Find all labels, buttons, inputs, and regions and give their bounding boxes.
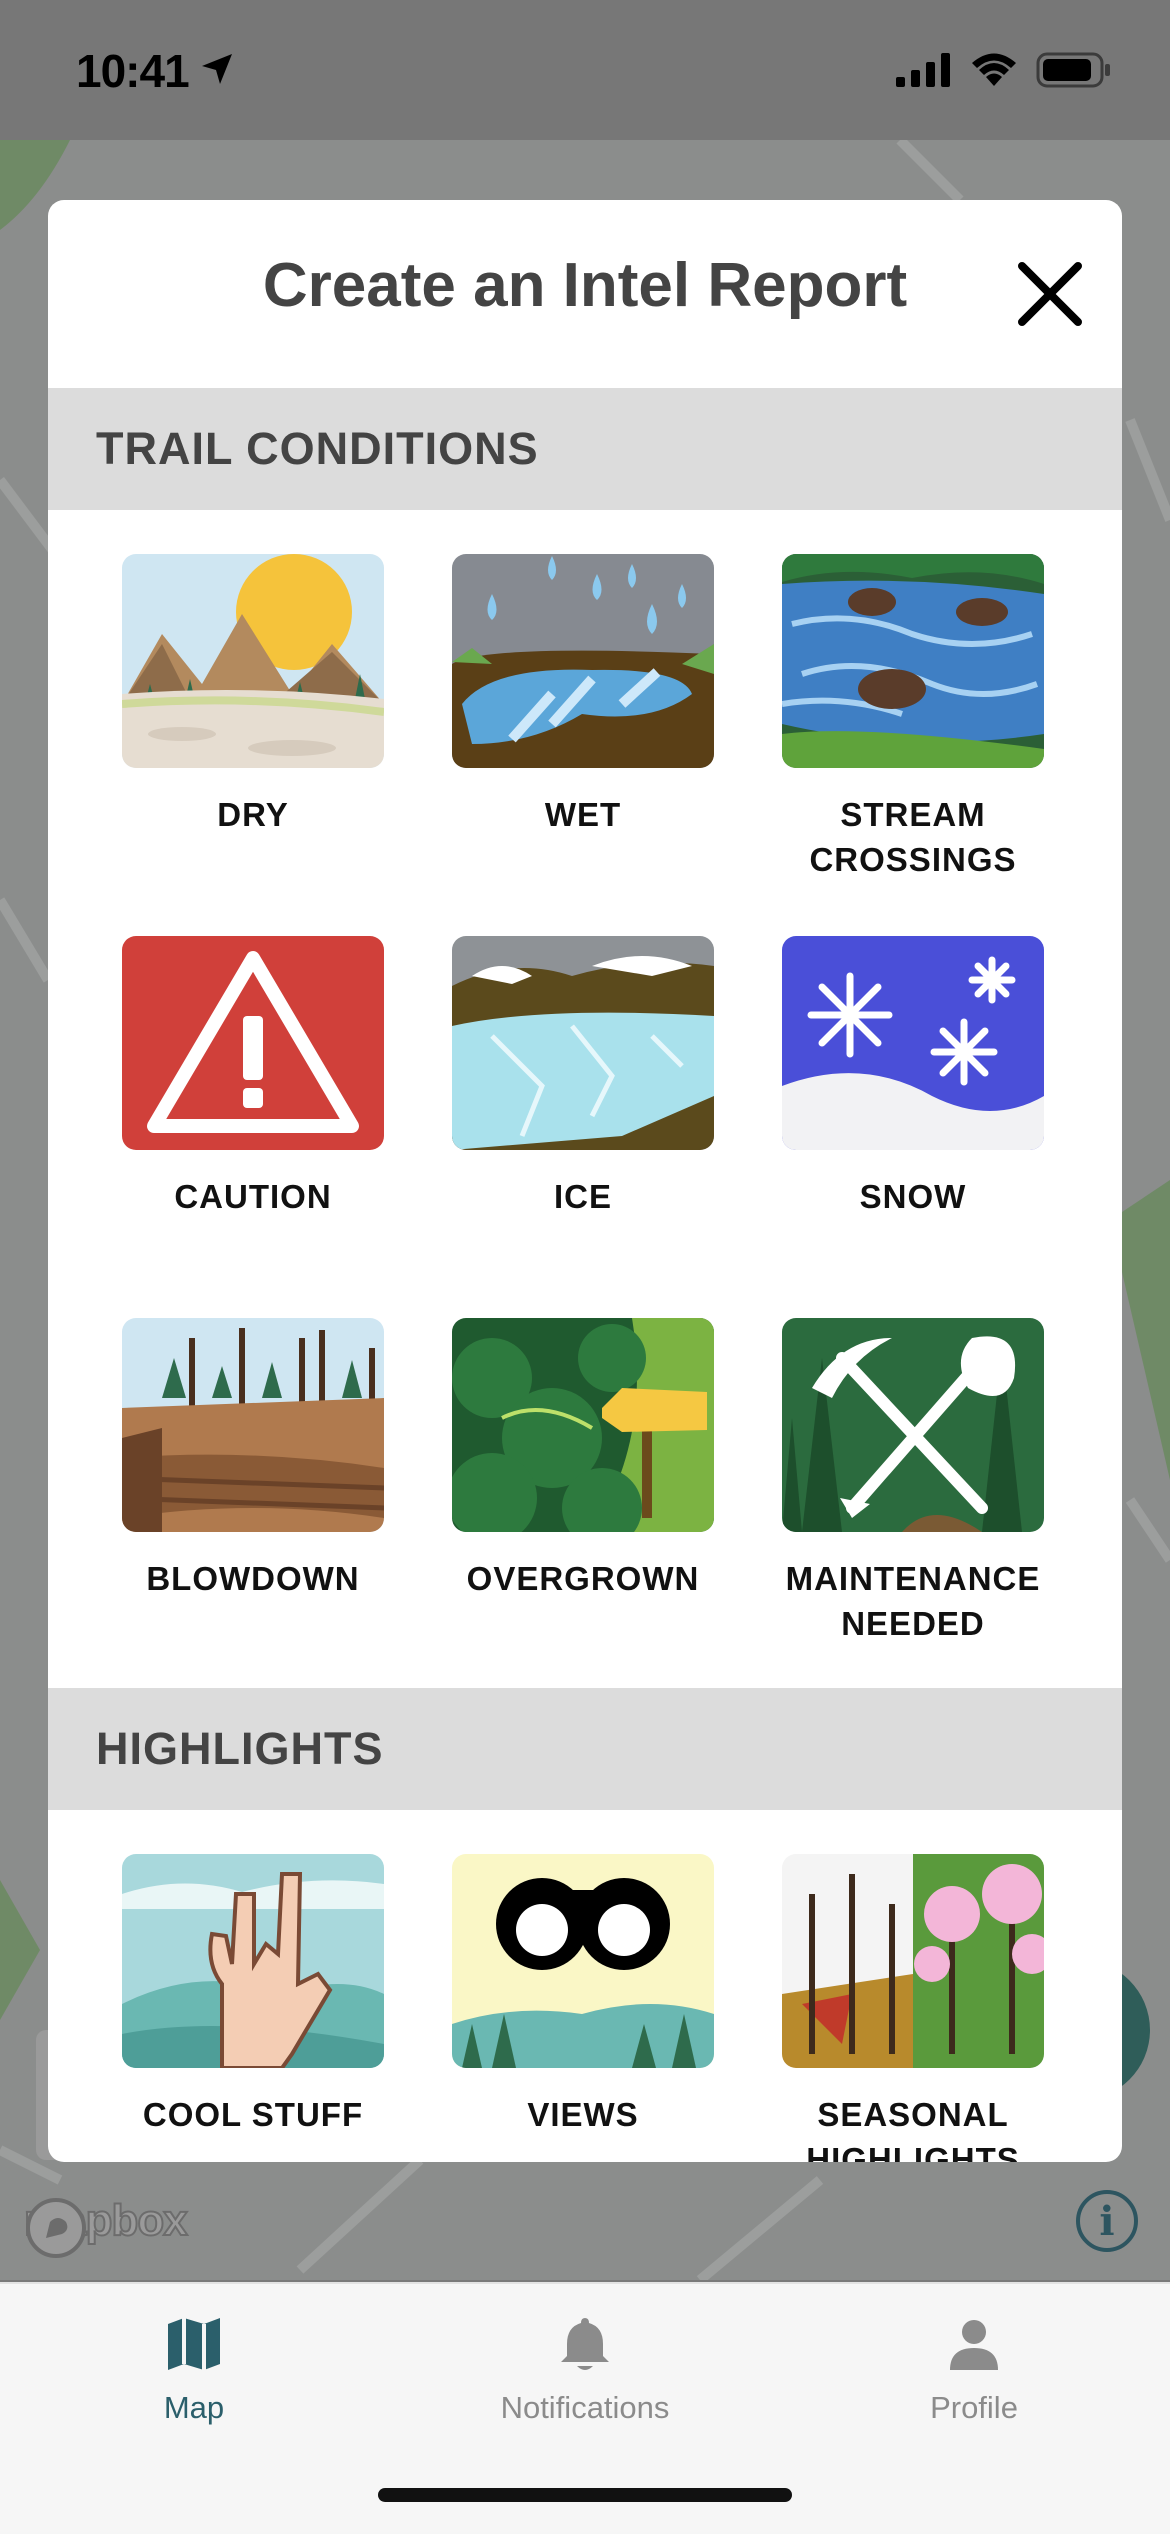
report-option-maintenance-needed[interactable]: MAINTENANCE NEEDED: [782, 1318, 1044, 1700]
report-option-views[interactable]: VIEWS: [452, 1854, 714, 2162]
map-info-button[interactable]: i: [1076, 2190, 1138, 2252]
location-arrow-icon: [202, 54, 232, 84]
report-option-snow[interactable]: SNOW: [782, 936, 1044, 1318]
modal-header: Create an Intel Report: [48, 200, 1122, 388]
status-time: 10:41: [76, 45, 190, 97]
tab-map[interactable]: Map: [44, 2314, 344, 2426]
wifi-icon: [972, 53, 1016, 86]
dry-icon: [122, 554, 384, 768]
blowdown-icon: [122, 1318, 384, 1532]
info-icon: i: [1099, 2197, 1115, 2245]
seasonal-highlights-icon: [782, 1854, 1044, 2068]
views-icon: [452, 1854, 714, 2068]
close-icon[interactable]: [1008, 252, 1092, 336]
snow-icon: [782, 936, 1044, 1150]
section-header-highlights: HIGHLIGHTS: [48, 1688, 1122, 1810]
cool-stuff-icon: [122, 1854, 384, 2068]
report-option-label: SEASONAL HIGHLIGHTS: [806, 2096, 1020, 2162]
report-option-label: BLOWDOWN: [146, 1560, 360, 1597]
report-option-label: DRY: [217, 796, 289, 833]
report-option-seasonal-highlights[interactable]: SEASONAL HIGHLIGHTS: [782, 1854, 1044, 2162]
caution-icon: [122, 936, 384, 1150]
report-option-label: STREAM CROSSINGS: [809, 796, 1017, 878]
bell-icon: [561, 2318, 609, 2370]
battery-icon: [1036, 52, 1110, 88]
ice-icon: [452, 936, 714, 1150]
report-option-label: WET: [544, 796, 622, 833]
tab-notifications[interactable]: Notifications: [435, 2314, 735, 2426]
report-option-blowdown[interactable]: BLOWDOWN: [122, 1318, 384, 1700]
overgrown-icon: [452, 1318, 714, 1532]
report-option-stream-crossings[interactable]: STREAM CROSSINGS: [782, 554, 1044, 936]
report-option-label: COOL STUFF: [142, 2096, 364, 2133]
intel-report-modal: Create an Intel Report TRAIL CONDITIONS: [48, 200, 1122, 2162]
report-option-label: OVERGROWN: [466, 1560, 700, 1597]
mapbox-logo-icon: [26, 2198, 86, 2258]
report-option-ice[interactable]: ICE: [452, 936, 714, 1318]
report-option-label: MAINTENANCE NEEDED: [785, 1560, 1041, 1642]
home-indicator: [378, 2488, 792, 2502]
tab-profile[interactable]: Profile: [824, 2314, 1124, 2426]
trail-conditions-grid: DRY WET STREAM CROSSINGS CAUTION ICE SNO…: [48, 510, 1122, 1700]
status-bar: 10:41: [0, 0, 1170, 140]
report-option-wet[interactable]: WET: [452, 554, 714, 936]
report-option-label: SNOW: [859, 1178, 967, 1215]
highlights-grid: COOL STUFF VIEWS SEASONAL HIGHLIGHTS: [48, 1810, 1122, 2162]
person-icon: [950, 2320, 998, 2370]
report-option-dry[interactable]: DRY: [122, 554, 384, 936]
report-option-cool-stuff[interactable]: COOL STUFF: [122, 1854, 384, 2162]
stream-crossings-icon: [782, 554, 1044, 768]
modal-title: Create an Intel Report: [262, 251, 908, 320]
mapbox-logo: mapbox: [23, 2195, 189, 2258]
report-option-label: VIEWS: [527, 2096, 639, 2133]
maintenance-needed-icon: [782, 1318, 1044, 1532]
map-icon: [168, 2318, 220, 2370]
wet-icon: [452, 554, 714, 768]
cellular-signal-icon: [896, 53, 950, 87]
report-option-overgrown[interactable]: OVERGROWN: [452, 1318, 714, 1700]
report-option-label: ICE: [553, 1178, 612, 1215]
report-option-caution[interactable]: CAUTION: [122, 936, 384, 1318]
report-option-label: CAUTION: [174, 1178, 332, 1215]
section-header-trail-conditions: TRAIL CONDITIONS: [48, 388, 1122, 510]
